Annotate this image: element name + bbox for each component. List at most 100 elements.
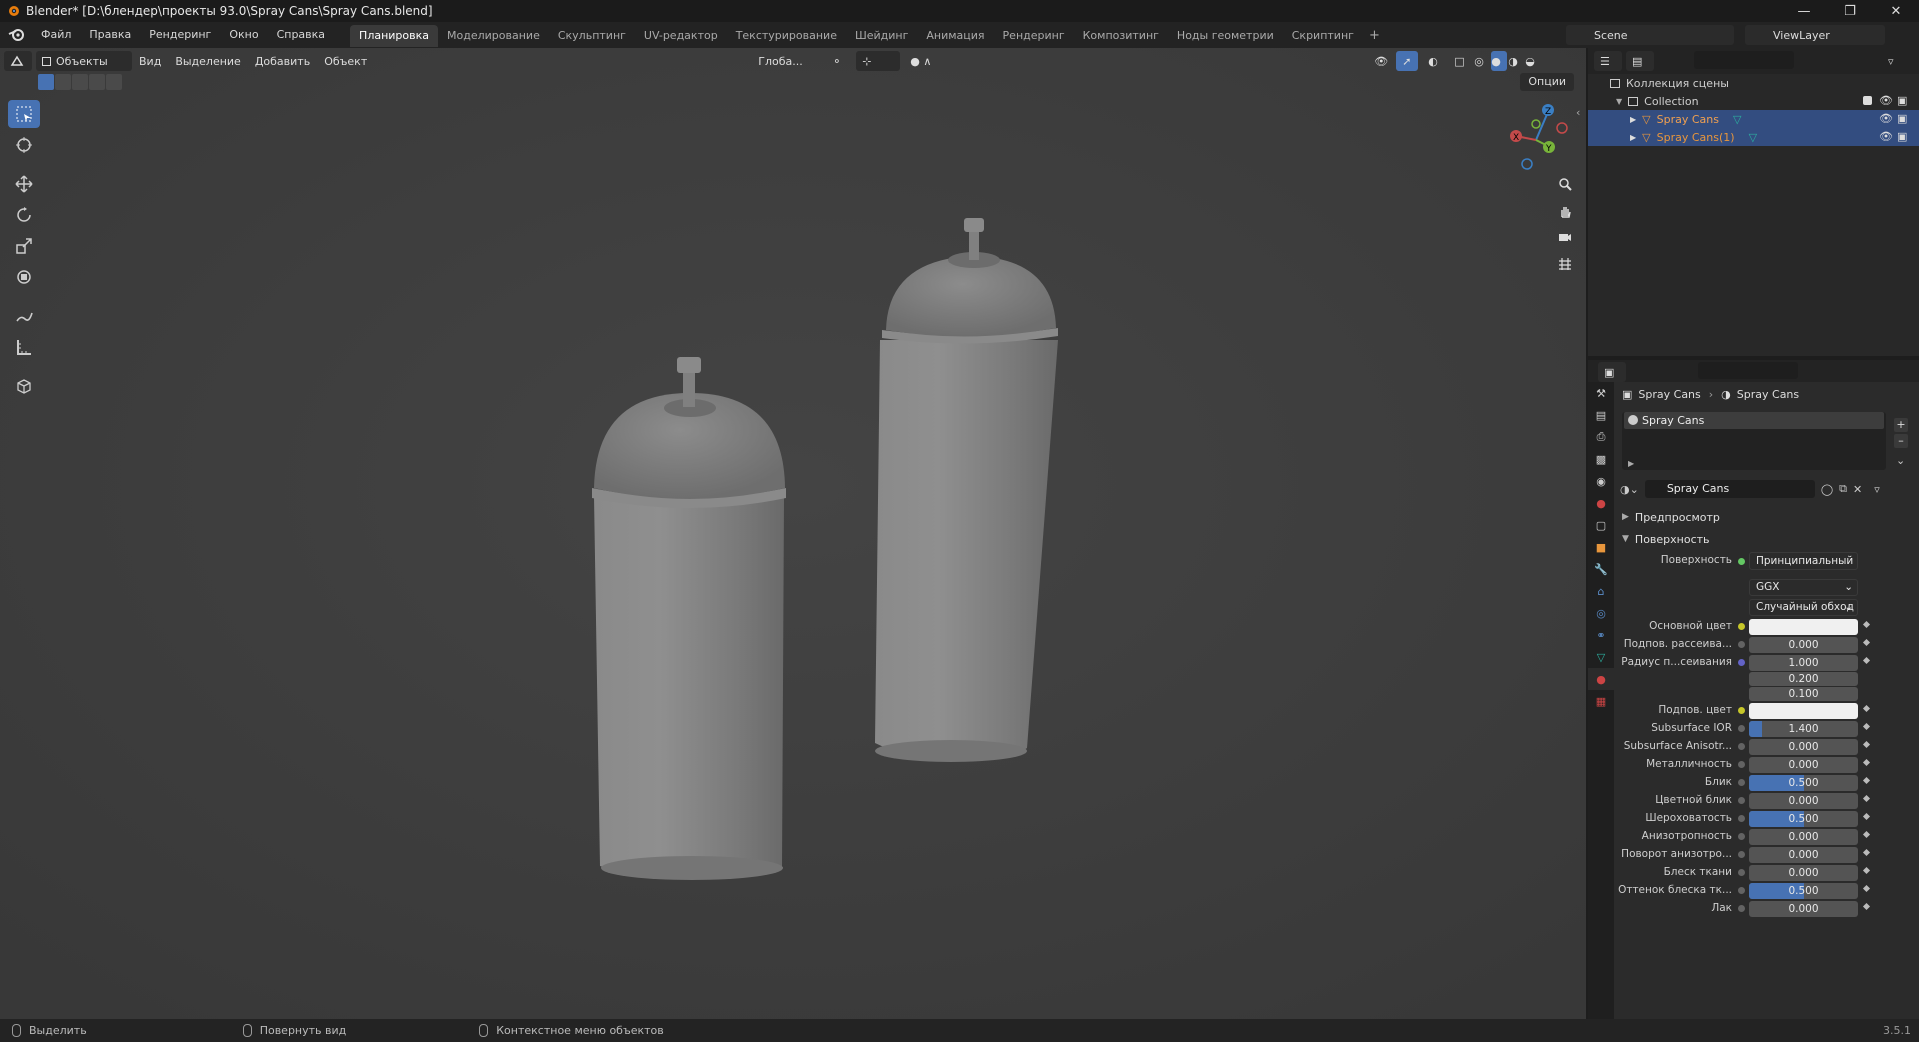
xray-toggle[interactable]: □ [1448,51,1470,71]
number-field[interactable]: 0.000 [1749,865,1858,881]
data-tab-icon[interactable]: ▽ [1588,646,1614,668]
keyframe-diamond-icon[interactable] [1862,740,1871,749]
scene-selector[interactable]: Scene [1566,25,1734,45]
keyframe-diamond-icon[interactable] [1862,620,1871,629]
scene-tab-icon[interactable]: ◉ [1588,470,1614,492]
view-layer-selector[interactable]: ViewLayer [1745,25,1885,45]
keyframe-diamond-icon[interactable] [1862,776,1871,785]
number-field[interactable]: 0.500 [1749,775,1858,791]
number-field[interactable]: 0.200 [1749,672,1858,686]
menu-object[interactable]: Объект [317,55,374,68]
ortho-grid-icon[interactable] [1553,252,1577,276]
select-subtract-button[interactable] [72,74,88,90]
socket-icon[interactable] [1738,623,1745,630]
socket-icon[interactable] [1738,725,1745,732]
spray-can-right[interactable] [875,218,1058,762]
socket-icon[interactable] [1738,851,1745,858]
tab-animation[interactable]: Анимация [917,25,993,47]
select-invert-button[interactable] [89,74,105,90]
properties-editor-type[interactable]: ▣ [1598,362,1626,382]
object-tab-icon[interactable]: ■ [1588,536,1614,558]
navigation-gizmo[interactable]: Z X Y [1500,96,1572,176]
number-field[interactable]: 0.000 [1749,901,1858,917]
overlays-toggle[interactable]: ◐ [1422,51,1444,71]
number-field[interactable]: 0.500 [1749,883,1858,899]
shading-wireframe[interactable]: ◎ [1474,51,1490,71]
material-browse-icon[interactable]: ◑⌄ [1620,483,1639,496]
visibility-selector[interactable]: 👁 [1368,51,1392,71]
options-button[interactable]: Опции [1520,73,1574,91]
expand-arrow-icon[interactable]: ▶ [1630,115,1636,124]
viewport-scene[interactable] [0,48,1586,1019]
keyframe-diamond-icon[interactable] [1862,830,1871,839]
texture-tab-icon[interactable]: ▦ [1588,690,1614,712]
add-workspace-icon[interactable]: + [1363,28,1386,43]
socket-icon[interactable] [1738,779,1745,786]
expand-arrow-icon[interactable]: ▶ [1628,459,1634,468]
tab-rendering[interactable]: Рендеринг [994,25,1074,47]
transform-orientation-selector[interactable]: Глоба... [752,51,822,71]
camera-icon[interactable]: ▣ [1897,130,1907,143]
select-intersect-button[interactable] [106,74,122,90]
outliner-search-input[interactable] [1694,51,1794,69]
particles-tab-icon[interactable]: ⌂ [1588,580,1614,602]
camera-view-icon[interactable] [1553,225,1577,249]
zoom-icon[interactable] [1553,172,1577,196]
proportional-edit-toggle[interactable]: ● ∧ [904,51,940,71]
keyframe-diamond-icon[interactable] [1862,656,1871,665]
menu-file[interactable]: Файл [32,22,80,48]
mode-selector[interactable]: Объекты [36,51,132,71]
exclude-checkbox[interactable] [1863,96,1872,105]
number-field[interactable]: 0.000 [1749,637,1858,653]
constraints-tab-icon[interactable]: ⚭ [1588,624,1614,646]
3d-viewport[interactable]: Объекты Вид Выделение Добавить Объект Гл… [0,48,1586,1019]
camera-icon[interactable]: ▣ [1897,112,1907,125]
world-tab-icon[interactable]: ● [1588,492,1614,514]
menu-view[interactable]: Вид [132,55,168,68]
surface-section-header[interactable]: ▼ Поверхность [1618,528,1918,550]
distribution-dropdown[interactable]: GGX ⌄ [1749,579,1858,596]
socket-icon[interactable] [1738,707,1745,714]
outliner-row-object[interactable]: ▶ ▽ Spray Cans ▽ 👁 ▣ [1588,110,1919,128]
expand-arrow-icon[interactable]: ▶ [1630,133,1636,142]
number-field[interactable]: 0.000 [1749,847,1858,863]
outliner-row-scene-collection[interactable]: Коллекция сцены [1588,74,1919,92]
socket-icon[interactable] [1738,797,1745,804]
preview-section-header[interactable]: ▶ Предпросмотр [1618,506,1918,528]
maximize-button[interactable]: ❐ [1827,0,1873,22]
keyframe-diamond-icon[interactable] [1862,722,1871,731]
material-link-filter-icon[interactable]: ▿ [1874,483,1880,496]
keyframe-diamond-icon[interactable] [1862,902,1871,911]
select-box-tool[interactable] [8,100,40,128]
annotate-tool[interactable] [8,302,40,330]
number-field[interactable]: 0.500 [1749,811,1858,827]
menu-select[interactable]: Выделение [168,55,248,68]
keyframe-diamond-icon[interactable] [1862,638,1871,647]
keyframe-diamond-icon[interactable] [1862,794,1871,803]
camera-icon[interactable]: ▣ [1897,94,1907,107]
add-cube-tool[interactable] [8,372,40,400]
number-field[interactable]: 0.000 [1749,757,1858,773]
keyframe-diamond-icon[interactable] [1862,758,1871,767]
view-layer-tab-icon[interactable]: ▩ [1588,448,1614,470]
pan-hand-icon[interactable] [1553,199,1577,223]
gizmo-toggle[interactable]: ➚ [1396,51,1419,71]
physics-tab-icon[interactable]: ◎ [1588,602,1614,624]
socket-icon[interactable] [1738,641,1745,648]
fake-user-shield-icon[interactable]: ◯ [1821,483,1833,496]
keyframe-diamond-icon[interactable] [1862,866,1871,875]
shading-solid[interactable]: ● [1491,51,1508,71]
cursor-tool[interactable] [8,131,40,159]
measure-tool[interactable] [8,333,40,361]
move-tool[interactable] [8,170,40,198]
socket-icon[interactable] [1738,743,1745,750]
number-field[interactable]: 0.000 [1749,793,1858,809]
unlink-material-icon[interactable]: ✕ [1853,483,1862,496]
expand-chevron-icon[interactable]: ▼ [1616,97,1622,106]
menu-window[interactable]: Окно [220,22,267,48]
number-field[interactable]: 0.100 [1749,687,1858,701]
modifier-tab-icon[interactable]: 🔧 [1588,558,1614,580]
tool-tab-icon[interactable]: ⚒ [1588,382,1614,404]
outliner-display-mode[interactable]: ▤ [1626,51,1654,71]
number-field[interactable]: 1.000 [1749,655,1858,671]
